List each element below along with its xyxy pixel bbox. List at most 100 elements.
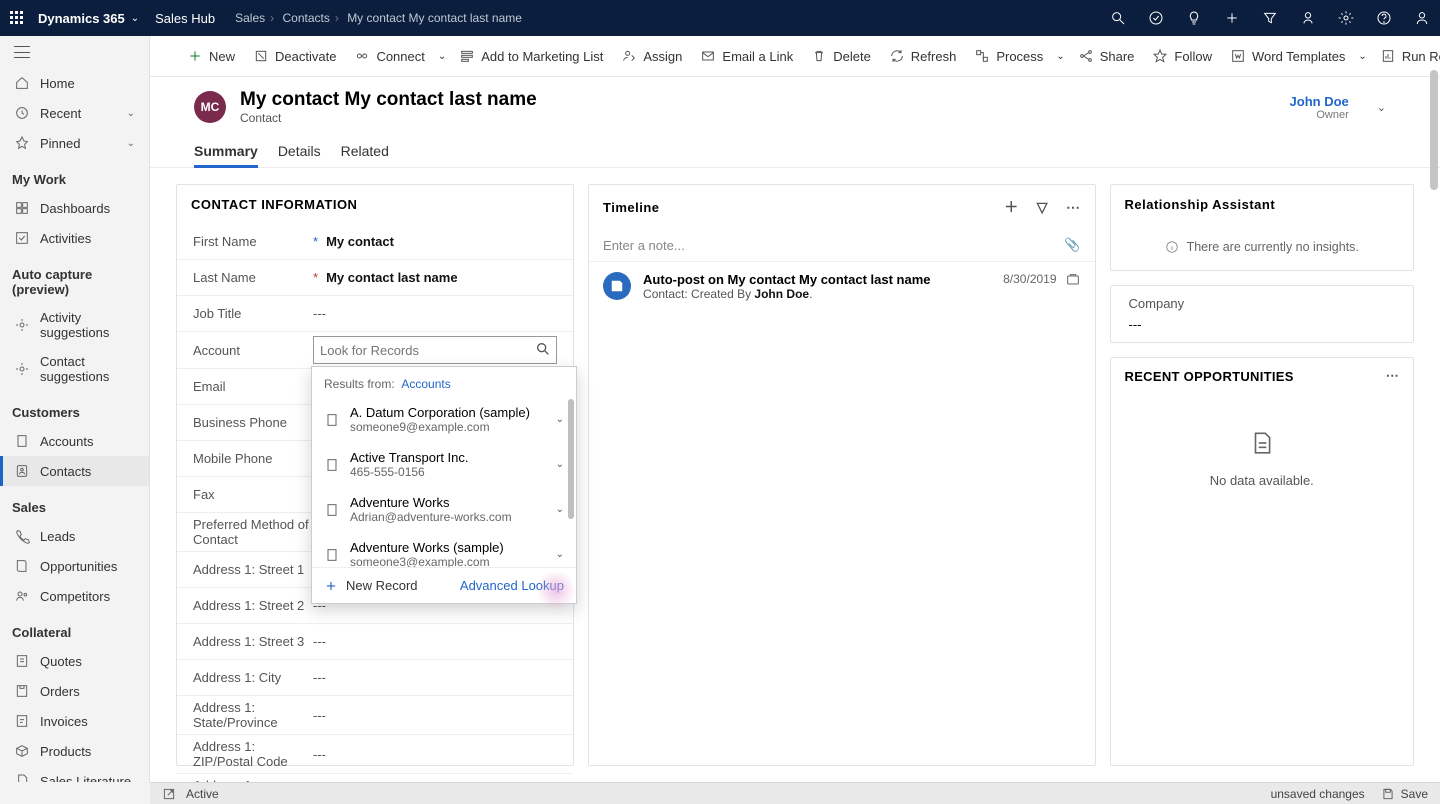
cmd-word-templates[interactable]: Word Templates <box>1221 42 1354 70</box>
field-value[interactable]: --- <box>313 708 557 723</box>
search-icon[interactable] <box>1110 10 1126 26</box>
entity-label: Contact <box>240 111 537 125</box>
timeline-more-icon[interactable]: ⋯ <box>1066 199 1081 216</box>
lookup-result[interactable]: Adventure WorksAdrian@adventure-works.co… <box>312 487 576 532</box>
nav-recent[interactable]: Recent⌄ <box>0 98 149 128</box>
cmd-add-to-marketing-list[interactable]: Add to Marketing List <box>450 42 612 70</box>
lookup-result[interactable]: A. Datum Corporation (sample)someone9@ex… <box>312 397 576 442</box>
nav-pinned[interactable]: Pinned⌄ <box>0 128 149 158</box>
search-icon[interactable] <box>535 341 551 357</box>
tab-summary[interactable]: Summary <box>194 137 258 168</box>
field-row[interactable]: Address 1: City--- <box>177 660 573 696</box>
assistant-icon[interactable] <box>1300 10 1316 26</box>
cmd-follow[interactable]: Follow <box>1143 42 1221 70</box>
field-value[interactable]: --- <box>313 747 557 762</box>
plus-icon[interactable] <box>1224 10 1240 26</box>
popout-icon[interactable] <box>162 787 176 801</box>
brand-label[interactable]: Dynamics 365 <box>38 11 125 26</box>
task-check-icon[interactable] <box>1148 10 1164 26</box>
nav-accounts[interactable]: Accounts <box>0 426 149 456</box>
cmd-refresh[interactable]: Refresh <box>880 42 966 70</box>
cmd-connect[interactable]: Connect <box>345 42 433 70</box>
cmd-chevron[interactable]: ⌄ <box>434 45 450 68</box>
unsaved-label: unsaved changes <box>1271 787 1365 801</box>
breadcrumb-item[interactable]: My contact My contact last name <box>347 11 522 25</box>
header-chevron-icon[interactable]: ⌄ <box>1377 101 1386 114</box>
form-tabs: Summary Details Related <box>150 137 1440 168</box>
cmd-email-a-link[interactable]: Email a Link <box>691 42 802 70</box>
recent-opps-more-icon[interactable]: ⋯ <box>1386 368 1399 384</box>
breadcrumb-item[interactable]: Contacts <box>282 11 329 25</box>
nav-products[interactable]: Products <box>0 736 149 766</box>
hub-label[interactable]: Sales Hub <box>155 11 215 26</box>
timeline-add-icon[interactable]: ＋ <box>1004 197 1019 217</box>
field-row[interactable]: Last Name*My contact last name <box>177 260 573 296</box>
cmd-new[interactable]: New <box>178 42 244 70</box>
field-value[interactable]: My contact last name <box>326 270 557 285</box>
cmd-process[interactable]: Process <box>965 42 1052 70</box>
field-label: Address 1: City <box>193 670 313 685</box>
nav-contact-suggestions[interactable]: Contact suggestions <box>0 347 149 391</box>
field-row[interactable]: Address 1: Street 3--- <box>177 624 573 660</box>
tab-related[interactable]: Related <box>341 137 389 167</box>
new-record-button[interactable]: New Record <box>324 578 418 593</box>
nav-sales-literature[interactable]: Sales Literature <box>0 766 149 782</box>
field-value[interactable]: --- <box>313 306 557 321</box>
cmd-assign[interactable]: Assign <box>612 42 691 70</box>
brand-chevron-icon[interactable]: ⌄ <box>131 13 139 24</box>
field-value[interactable]: My contact <box>326 234 557 249</box>
company-card: Company --- <box>1110 285 1414 343</box>
lightbulb-icon[interactable] <box>1186 10 1202 26</box>
advanced-lookup-link[interactable]: Advanced Lookup <box>460 578 564 593</box>
timeline-post[interactable]: Auto-post on My contact My contact last … <box>589 262 1094 311</box>
app-launcher-icon[interactable] <box>10 11 24 25</box>
nav-group-title: Customers <box>0 391 149 426</box>
nav-leads[interactable]: Leads <box>0 521 149 551</box>
field-value[interactable]: --- <box>313 634 557 649</box>
nav-contacts[interactable]: Contacts <box>0 456 149 486</box>
timeline-filter-icon[interactable]: ▽ <box>1037 199 1048 216</box>
nav-invoices[interactable]: Invoices <box>0 706 149 736</box>
nav-home[interactable]: Home <box>0 68 149 98</box>
flyout-scrollbar[interactable] <box>568 399 574 519</box>
account-lookup-input[interactable] <box>313 336 557 364</box>
nav-dashboards[interactable]: Dashboards <box>0 193 149 223</box>
timeline-note-input[interactable]: Enter a note... 📎 <box>589 229 1094 262</box>
cmd-share[interactable]: Share <box>1069 42 1144 70</box>
cmd-run-report[interactable]: Run Report <box>1371 42 1440 70</box>
nav-toggle-button[interactable] <box>0 36 149 68</box>
user-icon[interactable] <box>1414 10 1430 26</box>
nav-opportunities[interactable]: Opportunities <box>0 551 149 581</box>
field-row[interactable]: Job Title--- <box>177 296 573 332</box>
attachment-icon[interactable]: 📎 <box>1064 237 1080 253</box>
results-from-link[interactable]: Accounts <box>401 377 450 391</box>
gear-icon[interactable] <box>1338 10 1354 26</box>
lookup-result[interactable]: Active Transport Inc.465-555-0156⌄ <box>312 442 576 487</box>
nav-activity-suggestions[interactable]: Activity suggestions <box>0 303 149 347</box>
cmd-chevron[interactable]: ⌄ <box>1052 45 1068 68</box>
field-value[interactable]: --- <box>313 670 557 685</box>
owner-block[interactable]: John Doe Owner <box>1290 94 1349 121</box>
nav-competitors[interactable]: Competitors <box>0 581 149 611</box>
nav-orders[interactable]: Orders <box>0 676 149 706</box>
field-row[interactable]: Address 1: State/Province--- <box>177 696 573 735</box>
cmd-delete[interactable]: Delete <box>802 42 880 70</box>
post-open-icon[interactable] <box>1065 272 1081 288</box>
company-value[interactable]: --- <box>1129 317 1395 332</box>
scrollbar[interactable] <box>1430 70 1438 780</box>
save-button[interactable]: Save <box>1381 787 1428 801</box>
breadcrumb-item[interactable]: Sales <box>235 11 265 25</box>
nav-activities[interactable]: Activities <box>0 223 149 253</box>
cmd-chevron[interactable]: ⌄ <box>1354 45 1370 68</box>
tab-details[interactable]: Details <box>278 137 321 167</box>
filter-icon[interactable] <box>1262 10 1278 26</box>
field-row[interactable]: Address 1: ZIP/Postal Code--- <box>177 735 573 774</box>
field-row[interactable]: First Name*My contact <box>177 224 573 260</box>
status-bar: Active unsaved changes Save <box>150 782 1440 804</box>
cmd-deactivate[interactable]: Deactivate <box>244 42 345 70</box>
results-from: Results from: Accounts <box>312 367 576 397</box>
field-row[interactable]: Address 1: Country/Region--- <box>177 774 573 782</box>
help-icon[interactable] <box>1376 10 1392 26</box>
lookup-result[interactable]: Adventure Works (sample)someone3@example… <box>312 532 576 567</box>
nav-quotes[interactable]: Quotes <box>0 646 149 676</box>
